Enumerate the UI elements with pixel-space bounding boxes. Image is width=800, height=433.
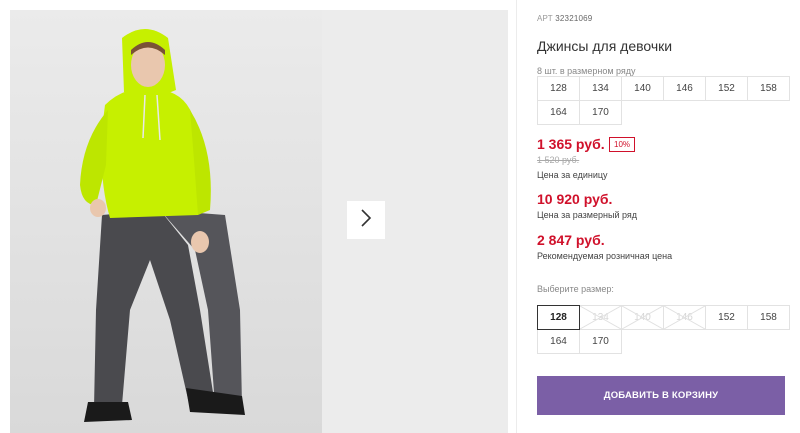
sku: АРТ 32321069	[537, 14, 592, 23]
size-option-disabled: 134	[579, 305, 622, 330]
add-to-cart-button[interactable]: ДОБАВИТЬ В КОРЗИНУ	[537, 376, 785, 415]
size-option[interactable]: 158	[747, 305, 790, 330]
old-price: 1 520 руб.	[537, 155, 580, 165]
choose-size-label: Выберите размер:	[537, 284, 614, 294]
size-option[interactable]: 152	[705, 305, 748, 330]
size-option[interactable]: 170	[579, 329, 622, 354]
product-photo-illustration	[10, 10, 322, 433]
series-size: 134	[579, 76, 622, 101]
sku-value: 32321069	[555, 14, 593, 23]
product-image	[10, 10, 322, 433]
retail-price: 2 847 руб.	[537, 232, 605, 248]
series-price: 10 920 руб.	[537, 191, 613, 207]
series-size-grid: 128 134 140 146 152 158 164 170	[537, 76, 790, 125]
chevron-right-icon	[360, 208, 372, 232]
product-title: Джинсы для девочки	[537, 38, 673, 54]
unit-price-note: Цена за единицу	[537, 170, 608, 180]
size-option[interactable]: 164	[537, 329, 580, 354]
series-size: 128	[537, 76, 580, 101]
discount-badge: 10%	[609, 137, 636, 152]
unit-price: 1 365 руб.	[537, 136, 605, 152]
size-option-disabled: 146	[663, 305, 706, 330]
series-size: 152	[705, 76, 748, 101]
retail-price-note: Рекомендуемая розничная цена	[537, 251, 673, 261]
series-size: 170	[579, 100, 622, 125]
series-price-note: Цена за размерный ряд	[537, 210, 638, 220]
next-image-button[interactable]	[347, 201, 385, 239]
series-size: 146	[663, 76, 706, 101]
size-option-disabled: 140	[621, 305, 664, 330]
sku-prefix: АРТ	[537, 14, 553, 23]
series-size: 158	[747, 76, 790, 101]
divider	[516, 0, 517, 433]
size-option-selected[interactable]: 128	[537, 305, 580, 330]
series-size: 164	[537, 100, 580, 125]
series-label: 8 шт. в размерном ряду	[537, 66, 636, 76]
series-size: 140	[621, 76, 664, 101]
size-selector: 128 134 140 146 152 158 164 170	[537, 305, 790, 354]
